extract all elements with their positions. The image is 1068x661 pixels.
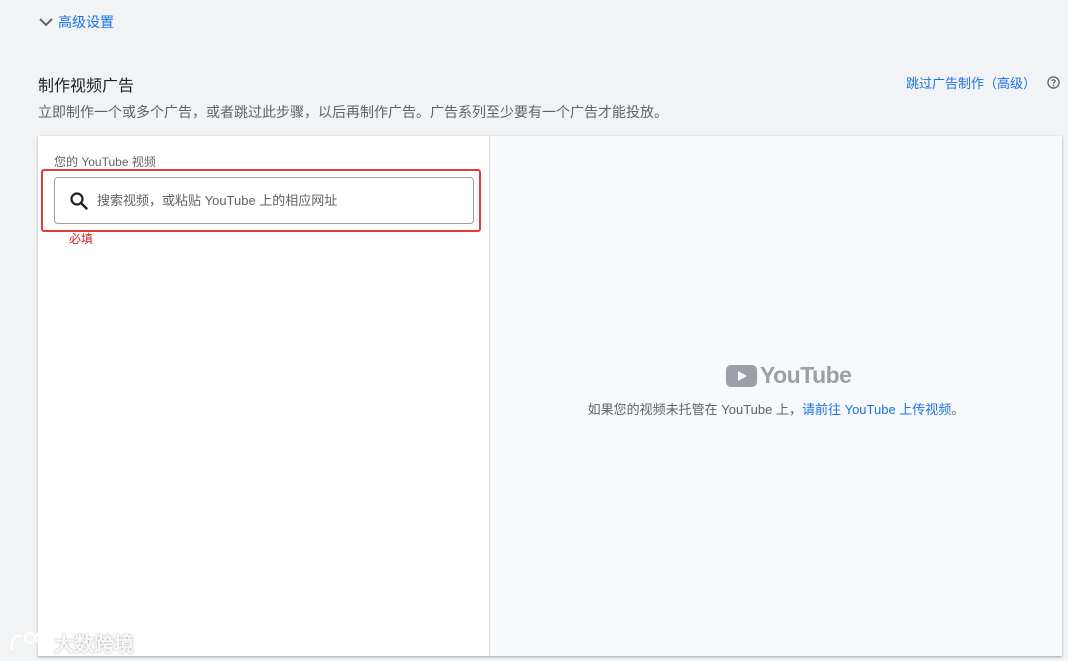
youtube-video-label: 您的 YouTube 视频 (54, 155, 156, 169)
help-icon[interactable] (1047, 76, 1060, 89)
video-preview-panel: YouTube 如果您的视频未托管在 YouTube 上，请前往 YouTube… (490, 136, 1062, 656)
video-select-panel: 您的 YouTube 视频 必填 (38, 136, 490, 656)
upload-note-suffix: 。 (951, 402, 965, 417)
upload-note: 如果您的视频未托管在 YouTube 上，请前往 YouTube 上传视频。 (490, 399, 1062, 418)
advanced-settings-toggle[interactable]: 高级设置 (38, 12, 114, 32)
chevron-down-icon (39, 18, 53, 27)
video-search-input[interactable] (97, 193, 457, 208)
section-title: 制作视频广告 (38, 78, 135, 95)
upload-note-prefix: 如果您的视频未托管在 YouTube 上， (587, 402, 802, 417)
watermark-text: 大数跨境 (54, 634, 134, 656)
video-search-field[interactable] (54, 177, 474, 224)
youtube-logo-text: YouTube (760, 362, 852, 388)
section-subtitle: 立即制作一个或多个广告，或者跳过此步骤，以后再制作广告。广告系列至少要有一个广告… (38, 104, 668, 120)
watermark: 大数跨境 (8, 628, 134, 657)
play-icon (726, 364, 757, 387)
youtube-logo: YouTube (726, 362, 852, 389)
watermark-logo-icon (10, 631, 48, 650)
advanced-settings-label: 高级设置 (58, 14, 114, 30)
video-ad-card: 您的 YouTube 视频 必填 YouTube 如果您的视频未托管在 YouT… (38, 136, 1062, 656)
upload-video-link[interactable]: 请前往 YouTube 上传视频 (802, 402, 951, 417)
search-icon (70, 191, 88, 210)
skip-ad-creation-link[interactable]: 跳过广告制作（高级） (906, 73, 1036, 92)
required-error: 必填 (69, 232, 94, 246)
